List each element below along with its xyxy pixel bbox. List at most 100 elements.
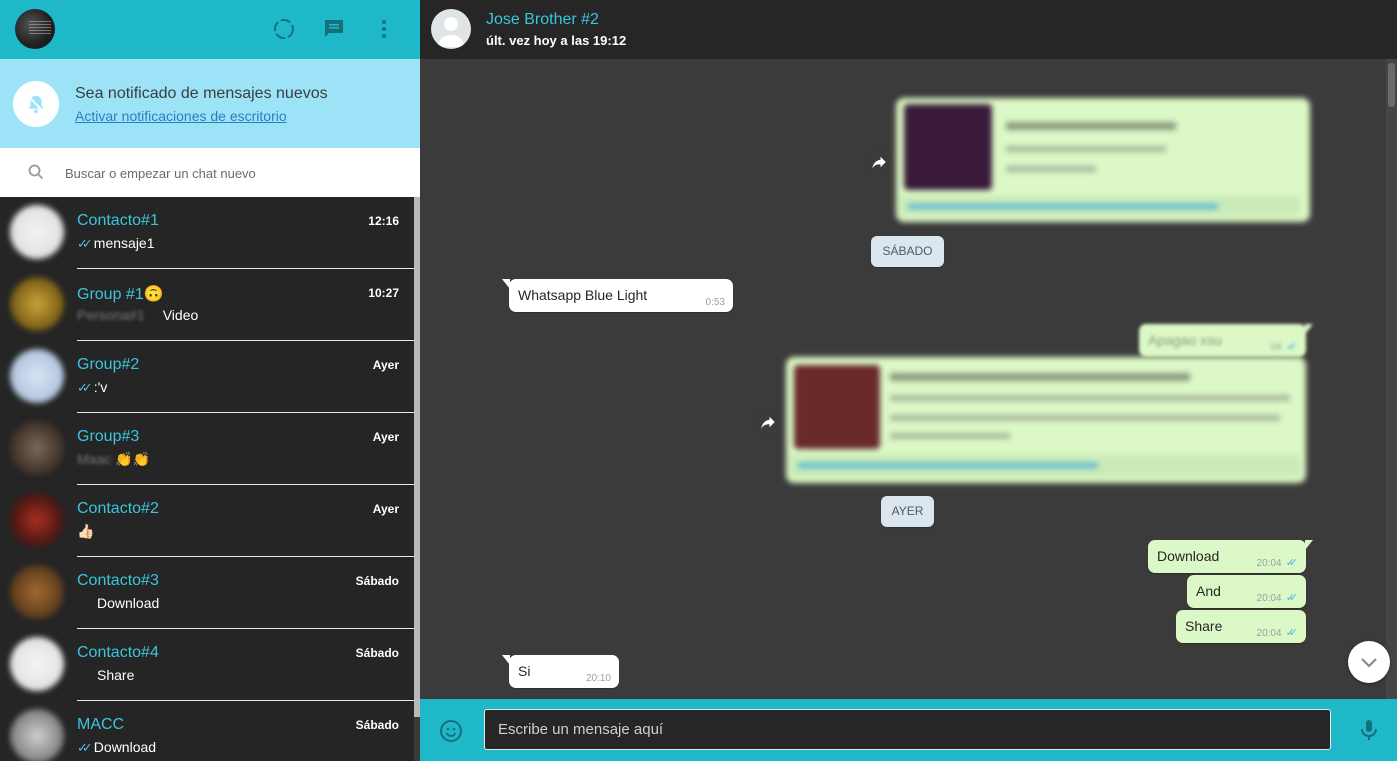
chat-last-message: ✓✓ mensaje1 (77, 235, 155, 252)
chat-item-group2[interactable]: Group#2 Ayer ✓✓:'v (0, 341, 414, 413)
chat-time: 12:16 (368, 214, 399, 228)
message-time: 20:04 ✓✓ (1256, 626, 1299, 639)
avatar (10, 493, 64, 547)
message-time: 20:10 (585, 673, 611, 684)
link-url-line (798, 463, 1098, 468)
chat-name: Contacto#3 (77, 572, 159, 589)
emoji-icon[interactable] (439, 719, 463, 748)
chat-item-contacto1[interactable]: Contacto#1 12:16 ✓✓ mensaje1 (0, 197, 414, 269)
bell-off-icon (13, 81, 59, 127)
sender-name: Maac (77, 451, 112, 467)
link-desc-line (1006, 166, 1096, 172)
search-input[interactable] (65, 166, 365, 181)
message-text: Download (1157, 548, 1220, 564)
chevron-down-icon (1361, 658, 1377, 668)
link-thumbnail (794, 365, 880, 449)
link-desc-line (890, 433, 1010, 439)
chat-last-message: 👍🏻 (77, 523, 95, 539)
chat-last-message: Share (97, 667, 135, 683)
incoming-message: Si 20:10 (502, 655, 619, 688)
time-text: 20:04 (1256, 628, 1282, 639)
link-desc-line (890, 395, 1290, 401)
message-text: Si (518, 663, 531, 679)
chat-name: Group#2 (77, 356, 140, 373)
chat-time: Sábado (355, 646, 399, 660)
notification-title: Sea notificado de mensajes nuevos (75, 85, 328, 102)
forward-icon[interactable] (866, 149, 892, 175)
avatar (10, 205, 64, 259)
chat-last-message: ✓✓:'v (77, 379, 107, 396)
chat-item-contacto3[interactable]: Contacto#3 Sábado Download (0, 557, 414, 629)
status-icon[interactable] (272, 17, 296, 41)
microphone-icon[interactable] (1357, 718, 1381, 747)
read-ticks-icon: ✓✓ (77, 380, 93, 395)
last-message-text: mensaje1 (93, 235, 155, 251)
avatar (10, 709, 64, 761)
chat-item-group1[interactable]: Group #1🙃 10:27 Persona#1 Video (0, 269, 414, 341)
forwarded-link-card[interactable] (896, 98, 1310, 222)
read-ticks-icon: ✓✓ (1285, 592, 1299, 604)
chat-name: Contacto#4 (77, 644, 159, 661)
chat-list: Contacto#1 12:16 ✓✓ mensaje1 Group #1🙃 10… (0, 197, 414, 761)
read-ticks-icon: ✓✓ (1285, 341, 1299, 353)
sender-name: Persona#1 (77, 307, 145, 323)
chat-item-group3[interactable]: Group#3 Ayer Maac 👏👏 (0, 413, 414, 485)
last-seen-status: últ. vez hoy a las 19:12 (486, 33, 627, 48)
chat-last-message: Maac 👏👏 (77, 451, 150, 468)
contact-name: Jose Brother #2 (486, 11, 599, 28)
time-text: 20:04 (1256, 558, 1282, 569)
chat-item-contacto4[interactable]: Contacto#4 Sábado Share (0, 629, 414, 701)
avatar (10, 637, 64, 691)
time-text: 20:04 (1256, 593, 1282, 604)
chat-last-message: Download (97, 595, 160, 611)
chat-time: 10:27 (368, 286, 399, 300)
message-time: 04 ✓✓ (1270, 340, 1298, 353)
read-ticks-icon: ✓✓ (77, 740, 93, 755)
message-text: Apagao xsu (1148, 332, 1222, 348)
link-title-line (1006, 122, 1176, 130)
chat-name: Contacto#2 (77, 500, 159, 517)
menu-icon[interactable] (372, 17, 396, 41)
enable-notifications-link[interactable]: Activar notificaciones de escritorio (75, 108, 287, 124)
my-avatar[interactable] (15, 9, 55, 49)
scroll-to-bottom-button[interactable] (1348, 641, 1390, 683)
avatar (10, 349, 64, 403)
last-message-text: :'v (93, 379, 108, 395)
chat-item-macc[interactable]: MACC Sábado ✓✓ Download (0, 701, 414, 761)
forward-icon[interactable] (755, 409, 781, 435)
message-input[interactable] (498, 721, 1298, 738)
contact-avatar[interactable] (431, 9, 471, 49)
message-time: 20:04 ✓✓ (1256, 556, 1299, 569)
default-user-icon (437, 17, 465, 47)
message-text: Share (1185, 618, 1223, 634)
last-message-text: Download (93, 739, 157, 755)
message-text: Whatsapp Blue Light (518, 287, 648, 303)
search-box[interactable] (12, 154, 402, 190)
new-chat-icon[interactable] (322, 17, 346, 41)
link-title-line (890, 373, 1190, 381)
chat-item-contacto2[interactable]: Contacto#2 Ayer 👍🏻 (0, 485, 414, 557)
time-text: 04 (1270, 342, 1282, 353)
chat-name-emoji: 🙃 (143, 286, 164, 303)
forwarded-link-card[interactable] (786, 357, 1306, 483)
message-scrollbar[interactable] (1386, 59, 1397, 699)
outgoing-message: Share 20:04 ✓✓ (1176, 610, 1306, 643)
scrollbar-thumb[interactable] (1388, 63, 1395, 107)
message-area: SÁBADO Whatsapp Blue Light 0:53 Apagao x… (420, 59, 1397, 699)
last-message-text: 👏👏 (115, 451, 151, 467)
message-input-box[interactable] (484, 709, 1331, 750)
chat-name-text: Group #1 (77, 286, 144, 303)
chat-name: Contacto#1 (77, 212, 159, 229)
link-desc-line (1006, 146, 1166, 152)
left-header (0, 0, 420, 59)
conversation-pane: Jose Brother #2 últ. vez hoy a las 19:12… (420, 0, 1397, 761)
message-time: 0:53 (705, 297, 725, 308)
conversation-header[interactable]: Jose Brother #2 últ. vez hoy a las 19:12 (420, 0, 1397, 59)
chat-name: Group #1🙃 (77, 284, 164, 304)
search-area (0, 148, 420, 197)
outgoing-message: And 20:04 ✓✓ (1187, 575, 1306, 608)
composer-bar (420, 699, 1397, 761)
notification-banner: Sea notificado de mensajes nuevos Activa… (0, 59, 420, 148)
avatar (10, 565, 64, 619)
read-ticks-icon: ✓✓ (1285, 557, 1299, 569)
